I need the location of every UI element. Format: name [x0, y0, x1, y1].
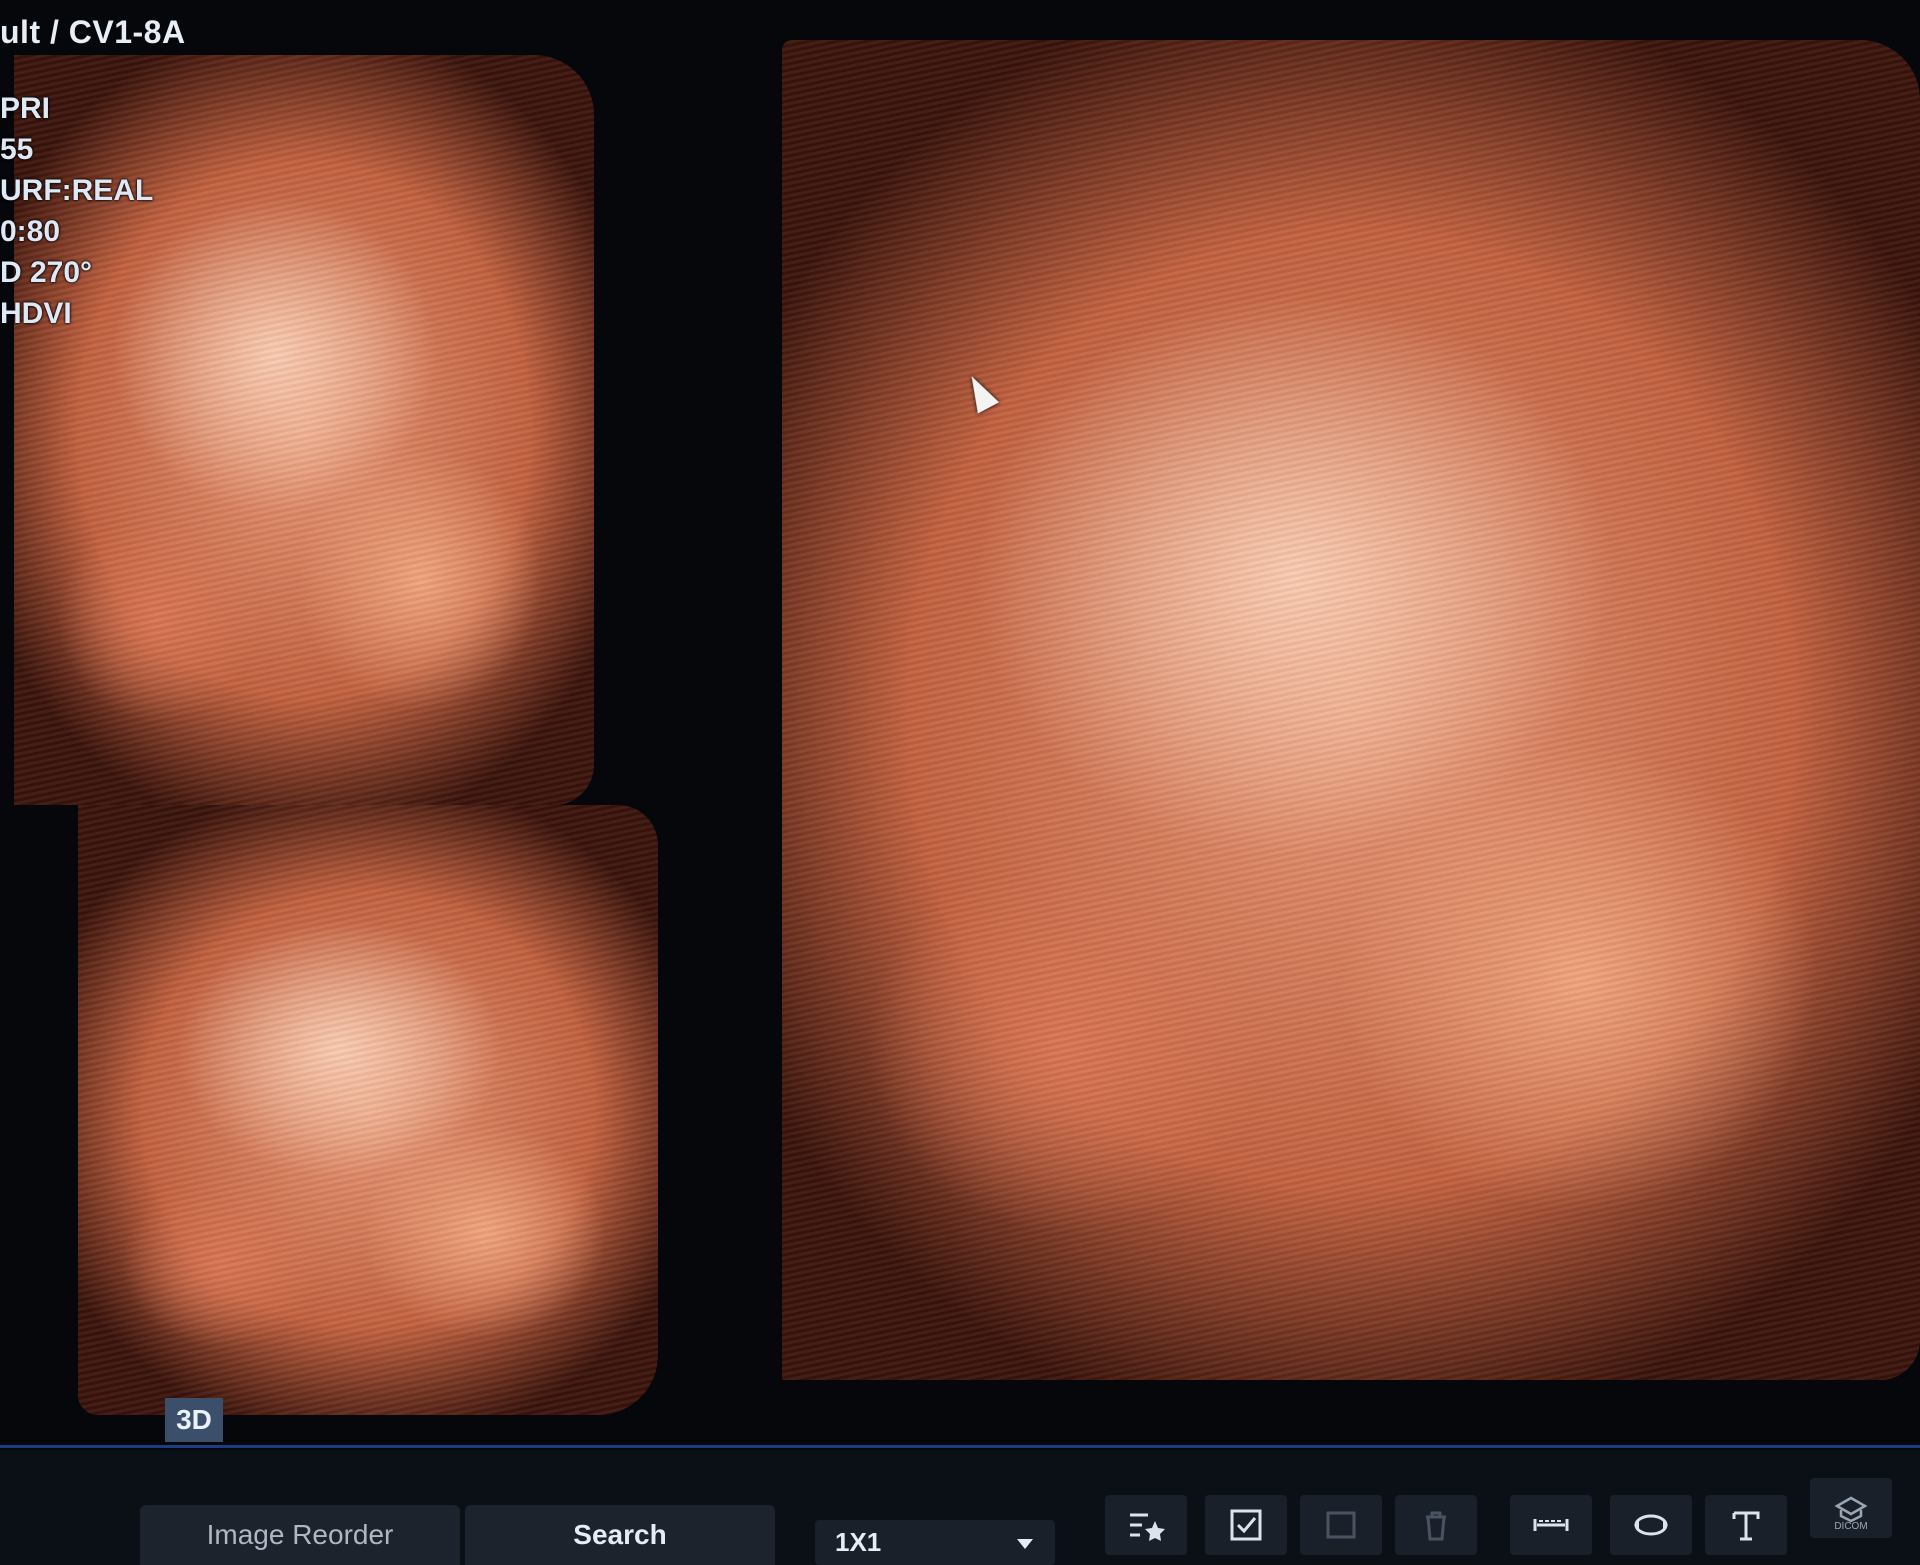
probe-label: ult / CV1-8A: [0, 14, 186, 50]
checkbox-button[interactable]: [1205, 1495, 1287, 1555]
param-line: PRI: [0, 92, 51, 125]
tab-search[interactable]: Search: [465, 1505, 775, 1565]
text-tool-button[interactable]: [1705, 1495, 1787, 1555]
render-view-bottom-left[interactable]: [78, 805, 658, 1415]
checkbox-icon: [1230, 1509, 1262, 1541]
rotate-button[interactable]: [1610, 1495, 1692, 1555]
render-view-main[interactable]: [782, 40, 1920, 1380]
dicom-label: DICOM: [1834, 1521, 1868, 1532]
square-button[interactable]: [1300, 1495, 1382, 1555]
mode-badge-3d: 3D: [165, 1398, 223, 1442]
measure-distance-icon: [1533, 1519, 1569, 1531]
tab-image-reorder[interactable]: Image Reorder: [140, 1505, 460, 1565]
square-icon: [1326, 1511, 1356, 1539]
delete-button[interactable]: [1395, 1495, 1477, 1555]
dicom-button[interactable]: DICOM: [1810, 1478, 1892, 1538]
trash-icon: [1426, 1511, 1446, 1541]
text-tool-icon: [1732, 1511, 1760, 1541]
layout-select[interactable]: 1X1: [815, 1520, 1055, 1565]
param-line: D 270°: [0, 256, 93, 289]
param-line: HDVI: [0, 297, 72, 330]
param-line: URF:REAL: [0, 174, 154, 207]
acquisition-params: PRI 55 URF:REAL 0:80 D 270° HDVI: [0, 88, 153, 334]
annotation-star-button[interactable]: [1105, 1495, 1187, 1555]
chevron-down-icon: [1015, 1527, 1035, 1558]
layout-select-value: 1X1: [835, 1527, 882, 1557]
rotate-icon: [1634, 1514, 1668, 1536]
param-line: 0:80: [0, 215, 61, 248]
measure-distance-button[interactable]: [1510, 1495, 1592, 1555]
annotation-star-icon: [1130, 1513, 1165, 1541]
param-line: 55: [0, 133, 34, 166]
